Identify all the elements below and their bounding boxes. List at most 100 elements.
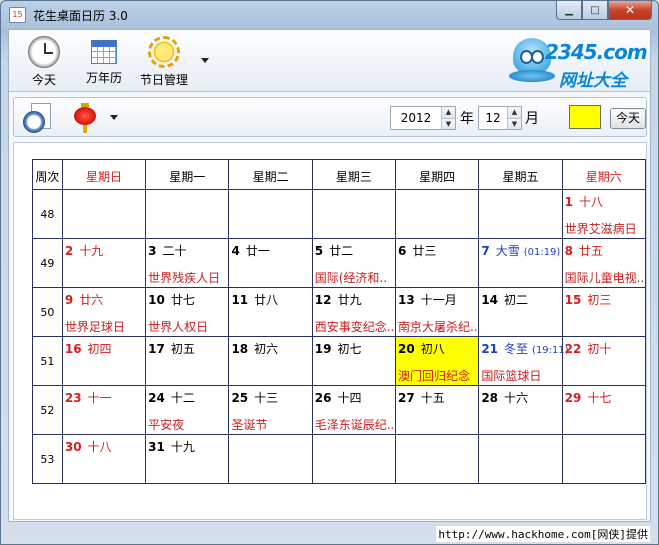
day-date: 6 廿三 — [398, 242, 436, 259]
day-cell[interactable]: 1 十八 世界艾滋病日 — [561, 189, 647, 239]
empty-day-cell — [145, 189, 230, 239]
day-cell[interactable]: 28 十六 — [478, 385, 563, 435]
navigation-bar: 2012 ▲ ▼ 年 12 ▲ ▼ 月 今天 — [13, 97, 647, 137]
lunar-date: 十八 — [578, 195, 603, 209]
day-number: 23 — [64, 391, 82, 405]
day-cell[interactable]: 10 廿七 世界人权日 — [145, 287, 230, 337]
day-number: 10 — [148, 293, 165, 307]
lunar-date: 初十 — [587, 342, 612, 356]
day-cell[interactable]: 3 二十 世界残疾人日 — [145, 238, 230, 288]
day-cell[interactable]: 22 初十 — [561, 336, 647, 386]
day-number: 2 — [64, 244, 74, 258]
day-cell[interactable]: 24 十二 平安夜 — [145, 385, 230, 435]
day-cell[interactable]: 31 十九 — [145, 434, 230, 484]
logo-2345[interactable]: 2345.com 网址大全 — [509, 36, 649, 91]
day-date: 20 初八 — [398, 340, 445, 357]
day-cell[interactable]: 7 大雪 (01:19) — [478, 238, 563, 288]
day-cell[interactable]: 21 冬至 (19:11) 国际篮球日 — [478, 336, 569, 386]
day-number: 27 — [398, 391, 415, 405]
empty-day-cell — [228, 189, 313, 239]
month-spinner[interactable]: 12 ▲ ▼ — [478, 106, 522, 130]
close-button[interactable]: ✕ — [608, 1, 652, 20]
lunar-date: 十三 — [254, 391, 279, 405]
day-cell[interactable]: 25 十三 圣诞节 — [228, 385, 313, 435]
year-spinner[interactable]: 2012 ▲ ▼ — [390, 106, 456, 130]
day-number: 20 — [398, 342, 415, 356]
day-cell[interactable]: 14 初二 — [478, 287, 563, 337]
day-number: 14 — [481, 293, 499, 307]
day-date: 11 廿八 — [231, 291, 278, 308]
day-date: 28 十六 — [481, 389, 528, 406]
day-cell[interactable]: 9 廿六世界足球日 — [61, 287, 147, 337]
app-calendar-icon: 15 — [9, 7, 26, 23]
lunar-date: 初四 — [87, 342, 112, 356]
app-window: 15 花生桌面日历 3.0 ▁ □ ✕ 今天 万年历 节日管理 2345.com… — [0, 0, 659, 545]
year-up-arrow-icon[interactable]: ▲ — [442, 107, 455, 118]
day-cell[interactable]: 6 廿三 — [395, 238, 480, 288]
day-cell[interactable]: 29 十七 — [561, 385, 647, 435]
month-unit-label: 月 — [525, 111, 539, 127]
week-row: 50 9 廿六 世界足球日 10 廿七 世界人权日 11 廿八 12 廿九 西安事变纪念.. 13 十一月… — [32, 287, 647, 337]
day-number: 11 — [231, 293, 249, 307]
minimize-button[interactable]: ▁ — [556, 1, 582, 20]
day-cell[interactable]: 12 廿九 西安事变纪念.. — [311, 287, 397, 337]
main-toolbar: 今天 万年历 节日管理 2345.com 网址大全 — [9, 30, 650, 92]
empty-day-cell — [395, 434, 480, 484]
perpetual-calendar-button[interactable]: 万年历 — [73, 34, 135, 88]
holiday-label: 国际(经济和.. — [314, 271, 388, 285]
month-value[interactable]: 12 — [479, 107, 507, 129]
desktop-clock-button[interactable] — [23, 103, 53, 133]
holiday-label: 世界残疾人日 — [148, 271, 221, 285]
day-number: 19 — [314, 342, 332, 356]
holiday-dropdown-arrow-icon[interactable] — [201, 58, 209, 63]
lunar-date: 十八 — [87, 440, 112, 454]
lunar-date: 十一 — [87, 391, 112, 405]
day-cell[interactable]: 23 十一 — [61, 385, 147, 435]
day-number: 4 — [231, 244, 240, 258]
day-cell[interactable]: 15 初三 — [561, 287, 647, 337]
day-date: 15 初三 — [565, 291, 612, 308]
day-date: 17 初五 — [148, 340, 195, 357]
week-number: 53 — [32, 434, 63, 484]
day-date: 9 廿六 — [65, 291, 103, 308]
lunar-date: 冬至 — [504, 342, 529, 356]
lunar-date: 初六 — [254, 342, 279, 356]
holiday-label: 世界足球日 — [64, 320, 125, 334]
day-cell[interactable]: 19 初七 — [311, 336, 397, 386]
lantern-button[interactable] — [72, 103, 98, 133]
day-cell[interactable]: 4 廿一 — [228, 238, 313, 288]
day-cell[interactable]: 13 十一月 南京大屠杀纪.. — [395, 287, 480, 337]
year-down-arrow-icon[interactable]: ▼ — [442, 117, 455, 129]
day-cell[interactable]: 16 初四 — [61, 336, 147, 386]
highlight-color-swatch[interactable] — [569, 105, 601, 129]
holiday-label: 国际篮球日 — [481, 369, 542, 383]
maximize-button[interactable]: □ — [582, 1, 608, 20]
holiday-management-button[interactable]: 节日管理 — [133, 34, 195, 88]
day-cell[interactable]: 2 十九 — [61, 238, 147, 288]
empty-day-cell — [478, 189, 563, 239]
month-down-arrow-icon[interactable]: ▼ — [508, 117, 521, 129]
weekday-header: 星期二 — [228, 159, 313, 190]
day-cell[interactable]: 20 初八 澳门回归纪念 — [395, 336, 480, 386]
day-date: 8 廿五 — [565, 242, 603, 259]
go-today-button[interactable]: 今天 — [610, 108, 646, 129]
day-cell[interactable]: 18 初六 — [228, 336, 313, 386]
empty-day-cell — [478, 434, 563, 484]
day-cell[interactable]: 17 初五 — [145, 336, 230, 386]
title-bar[interactable]: 15 花生桌面日历 3.0 ▁ □ ✕ — [1, 1, 658, 29]
day-cell[interactable]: 8 廿五 国际儿童电视.. — [561, 238, 647, 288]
day-cell[interactable]: 30 十八 — [61, 434, 147, 484]
window-title: 花生桌面日历 3.0 — [33, 9, 128, 23]
today-button[interactable]: 今天 — [13, 34, 75, 88]
month-up-arrow-icon[interactable]: ▲ — [508, 107, 521, 118]
empty-day-cell — [228, 434, 313, 484]
close-icon: ✕ — [624, 3, 636, 17]
day-cell[interactable]: 5 廿二 国际(经济和.. — [311, 238, 397, 288]
day-cell[interactable]: 27 十五 — [395, 385, 480, 435]
year-value[interactable]: 2012 — [391, 107, 441, 129]
day-cell[interactable]: 26 十四 毛泽东诞辰纪.. — [311, 385, 397, 435]
client-area: 今天 万年历 节日管理 2345.com 网址大全 2012 ▲ ▼ 年 12 … — [8, 29, 651, 522]
day-date: 31 十九 — [148, 438, 195, 455]
lantern-dropdown-arrow-icon[interactable] — [110, 115, 118, 120]
day-cell[interactable]: 11 廿八 — [228, 287, 313, 337]
